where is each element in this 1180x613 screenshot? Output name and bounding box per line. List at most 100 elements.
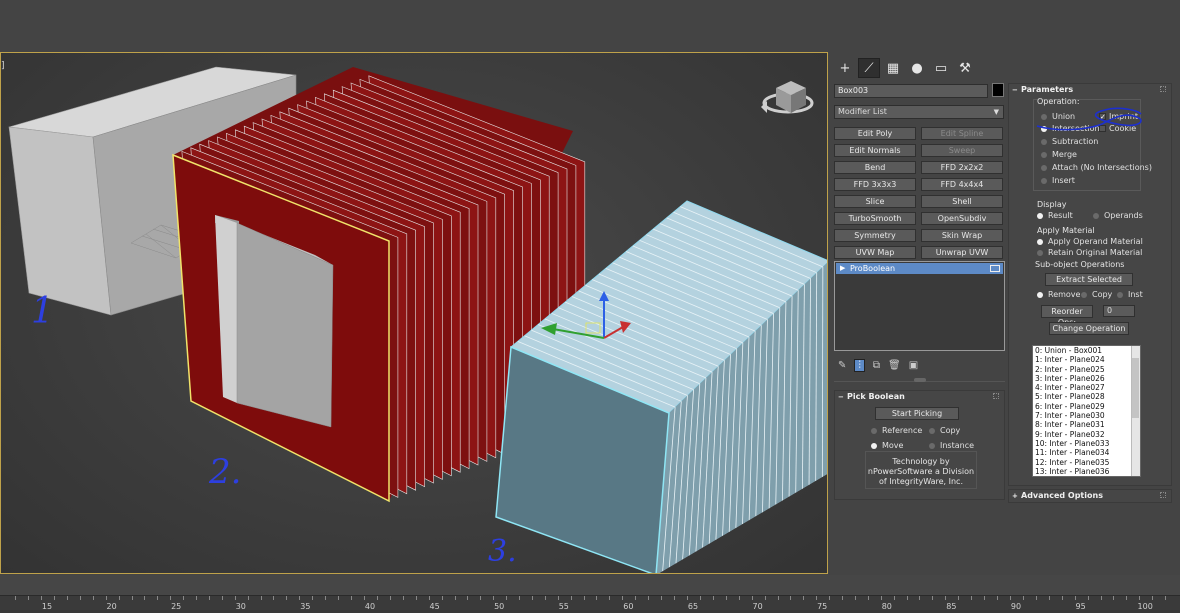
radio-dot <box>871 442 877 449</box>
object-color-swatch[interactable] <box>992 83 1004 97</box>
pick-boolean-header[interactable]: − Pick Boolean <box>835 391 1004 403</box>
expand-icon[interactable]: ▶ <box>840 263 845 274</box>
modifier-button-edit-normals[interactable]: Edit Normals <box>834 144 916 157</box>
grip-icon[interactable] <box>1160 492 1166 498</box>
copy-radio[interactable]: Copy <box>929 426 960 435</box>
viewcube[interactable] <box>761 81 814 114</box>
modifier-button-uvw-map[interactable]: UVW Map <box>834 246 916 259</box>
timeline-tick <box>919 596 921 600</box>
grip-icon[interactable] <box>1160 86 1166 92</box>
start-picking-button[interactable]: Start Picking <box>875 407 959 420</box>
pick-boolean-title: Pick Boolean <box>847 392 905 401</box>
modifier-stack[interactable]: ▶ ProBoolean <box>834 261 1005 351</box>
list-item[interactable]: 6: Inter - Plane029 <box>1033 402 1140 411</box>
modifier-button-symmetry[interactable]: Symmetry <box>834 229 916 242</box>
modifier-button-edit-spline[interactable]: Edit Spline <box>921 127 1003 140</box>
list-item[interactable]: 13: Inter - Plane036 <box>1033 467 1140 476</box>
reference-radio[interactable]: Reference <box>871 426 922 435</box>
timeline-tick <box>880 596 882 600</box>
display-icon[interactable]: ▭ <box>930 58 952 78</box>
modifier-button-shell[interactable]: Shell <box>921 195 1003 208</box>
stack-toolbar: ✎ ⫶ ⧉ 🗑 ▣ <box>834 356 1005 374</box>
modifier-button-ffd-4x4x4[interactable]: FFD 4x4x4 <box>921 178 1003 191</box>
list-item[interactable]: 11: Inter - Plane034 <box>1033 448 1140 457</box>
change-operation-button[interactable]: Change Operation <box>1049 322 1129 335</box>
subtraction-label: Subtraction <box>1052 137 1099 146</box>
copy-op-radio[interactable]: Copy <box>1081 290 1112 299</box>
instance-radio[interactable]: Instance <box>929 441 974 450</box>
remove-radio[interactable]: Remove <box>1037 290 1080 299</box>
modifier-button-unwrap-uvw[interactable]: Unwrap UVW <box>921 246 1003 259</box>
timeline-tick <box>402 596 404 600</box>
motion-icon[interactable]: ● <box>906 58 928 78</box>
hierarchy-icon[interactable]: ▦ <box>882 58 904 78</box>
timeline-tick <box>867 596 869 600</box>
make-unique-icon[interactable]: ⧉ <box>873 360 880 371</box>
create-icon[interactable]: + <box>834 58 856 78</box>
list-item[interactable]: 12: Inter - Plane035 <box>1033 458 1140 467</box>
list-item[interactable]: 3: Inter - Plane026 <box>1033 374 1140 383</box>
list-item[interactable]: 1: Inter - Plane024 <box>1033 355 1140 364</box>
timeline-tick <box>92 596 94 600</box>
operands-radio[interactable]: Operands <box>1093 211 1143 220</box>
modifier-button-turbosmooth[interactable]: TurboSmooth <box>834 212 916 225</box>
timeline-tick <box>183 596 185 600</box>
modifier-button-ffd-2x2x2[interactable]: FFD 2x2x2 <box>921 161 1003 174</box>
list-item[interactable]: 8: Inter - Plane031 <box>1033 420 1140 429</box>
list-item[interactable]: 5: Inter - Plane028 <box>1033 392 1140 401</box>
attach-radio[interactable]: Attach (No Intersections) <box>1041 163 1152 172</box>
list-item[interactable]: 4: Inter - Plane027 <box>1033 383 1140 392</box>
inst-radio[interactable]: Inst <box>1117 290 1143 299</box>
merge-radio[interactable]: Merge <box>1041 150 1077 159</box>
timeline-tick <box>751 596 753 600</box>
apply-operand-material-radio[interactable]: Apply Operand Material <box>1037 237 1143 246</box>
modifier-button-opensubdiv[interactable]: OpenSubdiv <box>921 212 1003 225</box>
modifier-button-sweep[interactable]: Sweep <box>921 144 1003 157</box>
remove-modifier-icon[interactable]: 🗑 <box>888 360 901 371</box>
stack-item-proboolean[interactable]: ▶ ProBoolean <box>836 263 1003 274</box>
timeline-tick <box>635 596 637 600</box>
list-item[interactable]: 0: Union - Box001 <box>1033 346 1140 355</box>
reorder-ops-button[interactable]: Reorder Ops: <box>1041 305 1093 327</box>
timeline-tick <box>170 596 172 600</box>
perspective-viewport[interactable]: ] 1 2. 3. <box>0 52 828 574</box>
show-end-result-icon[interactable]: ⫶ <box>854 358 865 372</box>
reorder-spinner[interactable]: 0 <box>1103 305 1135 317</box>
modifier-button-skin-wrap[interactable]: Skin Wrap <box>921 229 1003 242</box>
operands-listbox[interactable]: 0: Union - Box001 1: Inter - Plane024 2: I… <box>1032 345 1141 477</box>
configure-modifier-sets-icon[interactable]: ▣ <box>909 360 918 371</box>
radio-dot <box>1041 164 1047 171</box>
move-radio[interactable]: Move <box>871 441 903 450</box>
parameters-header[interactable]: − Parameters <box>1009 84 1171 96</box>
stack-toggle-icon[interactable] <box>990 265 1000 272</box>
pin-stack-icon[interactable]: ✎ <box>838 360 846 371</box>
radio-dot <box>929 427 935 434</box>
insert-radio[interactable]: Insert <box>1041 176 1075 185</box>
resize-handle[interactable] <box>914 378 926 382</box>
list-item[interactable]: 2: Inter - Plane025 <box>1033 365 1140 374</box>
modifier-button-edit-poly[interactable]: Edit Poly <box>834 127 916 140</box>
subtraction-radio[interactable]: Subtraction <box>1041 137 1098 146</box>
grip-icon[interactable] <box>993 393 999 399</box>
scroll-thumb[interactable] <box>1132 358 1139 418</box>
retain-original-material-radio[interactable]: Retain Original Material <box>1037 248 1142 257</box>
result-radio[interactable]: Result <box>1037 211 1073 220</box>
modifier-button-slice[interactable]: Slice <box>834 195 916 208</box>
list-item[interactable]: 10: Inter - Plane033 <box>1033 439 1140 448</box>
modifier-list-dropdown[interactable]: Modifier List ▼ <box>834 105 1004 119</box>
timeline-tick <box>286 596 288 600</box>
object-name-field[interactable]: Box003 <box>834 84 988 98</box>
extract-selected-button[interactable]: Extract Selected <box>1045 273 1133 286</box>
modifier-button-ffd-3x3x3[interactable]: FFD 3x3x3 <box>834 178 916 191</box>
timeline-tick-label: 70 <box>752 602 763 611</box>
list-item[interactable]: 9: Inter - Plane032 <box>1033 430 1140 439</box>
utilities-icon[interactable]: ⚒ <box>954 58 976 78</box>
list-item[interactable]: 7: Inter - Plane030 <box>1033 411 1140 420</box>
command-panel-tabs: + ⟋ ▦ ● ▭ ⚒ <box>834 58 976 80</box>
modify-icon[interactable]: ⟋ <box>858 58 880 78</box>
timeline-ruler[interactable]: 15 20 25 30 35 40 45 50 55 60 65 70 75 80 85 90 95 100 <box>0 595 1180 613</box>
advanced-options-header[interactable]: + Advanced Options <box>1009 490 1171 502</box>
listbox-scrollbar[interactable] <box>1131 346 1140 476</box>
modifier-button-bend[interactable]: Bend <box>834 161 916 174</box>
reference-label: Reference <box>882 426 923 435</box>
